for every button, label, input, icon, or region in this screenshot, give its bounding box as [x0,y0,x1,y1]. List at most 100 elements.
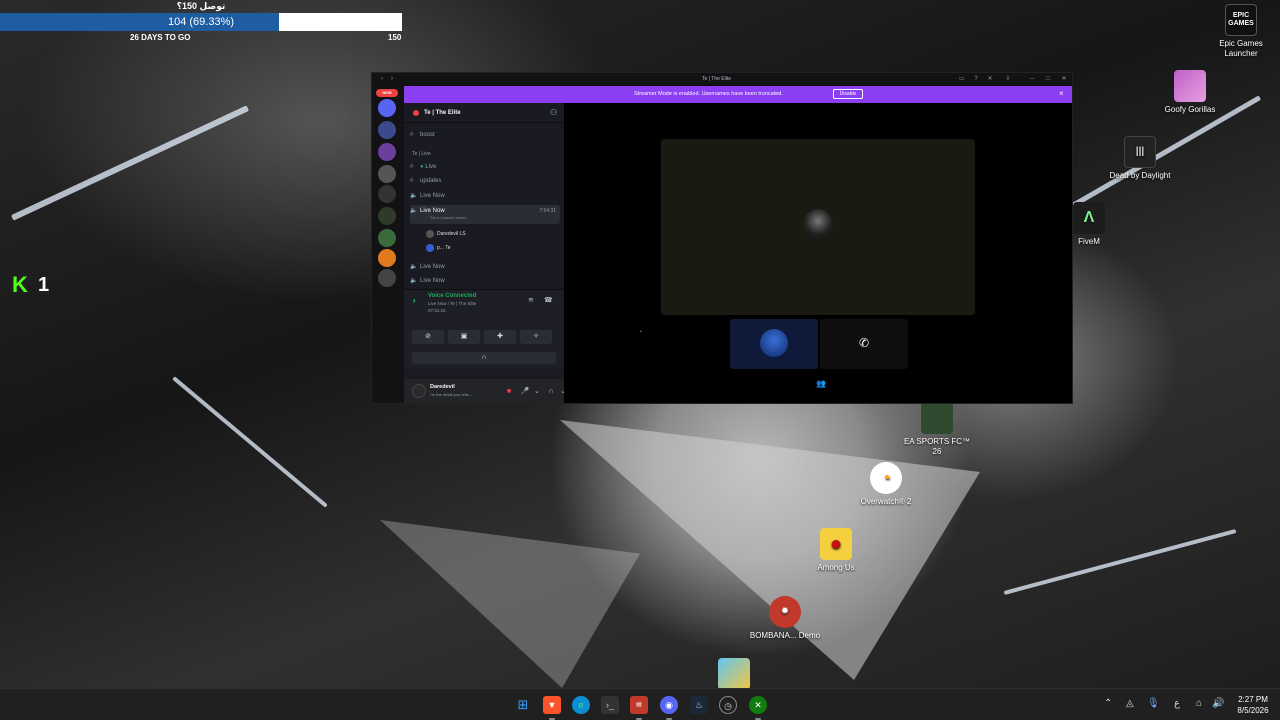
server-icon[interactable] [378,121,396,139]
server-icon[interactable] [378,143,396,161]
noise-suppression-icon[interactable]: ≋ [528,296,534,304]
channel-timer: 7:54:31 [539,208,556,214]
headphones-icon[interactable]: ∩ [546,387,556,397]
back-icon[interactable]: ‹ [378,75,386,83]
main-video-tile[interactable] [661,139,975,315]
forward-icon[interactable]: › [388,75,396,83]
desktop-icon-overwatch[interactable]: ◔ Overwatch® 2 [850,462,922,507]
desktop-icon-bombana[interactable]: ✹ BOMBANA... Demo [749,596,821,641]
clock-app-icon[interactable]: ◷ [719,696,737,714]
participant-tile[interactable] [730,319,818,369]
voice-elapsed: 07:31:23 [428,308,446,313]
discord-icon[interactable]: ◉ [660,696,678,714]
people-icon[interactable]: 👥 [816,379,826,388]
signal-icon[interactable]: ◗ [412,296,417,305]
app-shortcut-icon[interactable]: ▤ [630,696,648,714]
server-icon[interactable] [378,185,396,203]
epic-games-icon: EPIC GAMES [1225,4,1257,36]
voice-channel-live-now-active[interactable]: 🔈 Live Now 7:54:31 Set a channel status [410,205,560,224]
xbox-icon[interactable]: ✕ [749,696,767,714]
member-badge: LS [459,231,466,237]
volume-icon[interactable]: 🔊 [1212,698,1224,709]
desktop-icon-dead-by-daylight[interactable]: ||| Dead by Daylight [1104,136,1176,181]
voice-connected-label[interactable]: Voice Connected [428,293,476,299]
voice-channel-live-now[interactable]: 🔈 Live Now [410,261,560,273]
streamer-mode-text: Streamer Mode is enabled. Usernames have… [634,91,783,97]
nvidia-icon[interactable]: ◬ [1126,698,1134,709]
server-icon[interactable] [378,207,396,225]
server-icon[interactable] [378,165,396,183]
desktop-icon-label: BOMBANA... Demo [749,631,821,640]
participant-tile[interactable]: ✆ [820,319,908,369]
edge-browser-icon[interactable]: e [572,696,590,714]
network-icon[interactable]: ⌂ [1196,698,1202,709]
kick-logo-icon: K [12,272,28,297]
desktop-icon-ea-sports-fc[interactable]: EA SPORTS FC™ 26 [901,402,973,457]
goal-max: 150 [388,33,402,42]
chevron-down-icon[interactable]: ⌄ [532,387,542,397]
minimize-icon[interactable]: – [1028,75,1036,83]
help-icon[interactable]: ? [972,75,980,83]
voice-channel-live-now[interactable]: 🔈 Live Now [410,275,560,287]
brave-browser-icon[interactable]: ▼ [543,696,561,714]
input-language[interactable]: ع [1174,698,1180,709]
maximize-icon[interactable]: □ [1044,75,1052,83]
close-icon[interactable]: ✕ [1060,75,1068,83]
disconnect-icon[interactable]: ☎ [544,296,553,304]
taskbar-clock[interactable]: 2:27 PM 8/5/2026 [1230,694,1276,716]
windows-start-icon[interactable]: ⊞ [514,696,532,714]
desktop-icon-label: Overwatch® 2 [860,497,912,506]
voice-stage: ✆ • 👥 [564,103,1072,403]
server-icon[interactable] [378,269,396,287]
channel-updates[interactable]: # updates [410,175,560,187]
wallpaper-figure [380,520,640,688]
channel-live[interactable]: # ● Live [410,161,560,173]
voice-channel-path[interactable]: Live Now / Te | The Elite [428,301,476,306]
hash-icon: # [410,178,414,184]
wallpaper-figure [560,420,980,680]
steam-icon[interactable]: ♨ [690,696,708,714]
goofy-gorillas-icon [1174,70,1206,102]
camera-off-button[interactable]: ⊘ [412,330,444,344]
activities-button[interactable]: ✚ [484,330,516,344]
soundboard-button[interactable]: ✧ [520,330,552,344]
window-title: Te | The Elite [702,76,731,82]
desktop-icon-label: Among Us [817,563,855,572]
desktop-icon-among-us[interactable]: ● Among Us [800,528,872,573]
set-channel-status[interactable]: Set a channel status [430,215,466,221]
category-te-live[interactable]: Te | Live [412,151,431,157]
voice-channel-live-now[interactable]: 🔈 Live Now [410,190,560,202]
server-icon[interactable] [378,229,396,247]
microphone-in-use-icon[interactable]: 🎙 [1147,698,1160,709]
microphone-icon[interactable]: 🎤 [520,387,530,397]
desktop-icon-epic-games[interactable]: EPIC GAMES Epic Games Launcher [1205,4,1277,59]
server-icon[interactable] [378,99,396,117]
terminal-icon[interactable]: ›_ [601,696,619,714]
server-icon[interactable] [378,249,396,267]
update-icon[interactable]: ⇩ [1004,75,1012,83]
guild-icon [413,110,419,116]
invite-icon[interactable]: ⚇ [550,108,557,117]
banner-close-icon[interactable]: × [1059,89,1064,98]
tools-icon[interactable]: ✕ [986,75,994,83]
user-avatar[interactable] [412,384,426,398]
channel-label: Live [425,164,437,170]
new-badge: NEW [376,89,398,97]
overwatch-icon: ◔ [870,462,902,494]
voice-member[interactable]: p... Te [426,243,451,253]
desktop-icon-goofy-gorillas[interactable]: Goofy Gorillas [1154,70,1226,115]
channel-boost[interactable]: # boost [410,129,560,141]
user-name[interactable]: Daredevil [430,384,455,390]
deafen-wide-button[interactable]: ∩ [412,352,556,364]
channel-label: Live Now [420,278,445,284]
show-hidden-icons-chevron-icon[interactable]: ⌃ [1104,698,1112,709]
share-screen-button[interactable]: ▣ [448,330,480,344]
disable-streamer-mode-button[interactable]: Disable [833,89,863,99]
bombana-icon: ✹ [769,596,801,628]
clock-time: 2:27 PM [1238,695,1268,704]
game-icon[interactable]: ■ [504,387,514,397]
inbox-icon[interactable]: ▭ [958,75,966,83]
voice-member[interactable]: Daredevil LS [426,229,466,239]
guild-header[interactable]: Te | The Elite ⚇ [404,103,564,123]
ea-sports-fc-icon [921,402,953,434]
